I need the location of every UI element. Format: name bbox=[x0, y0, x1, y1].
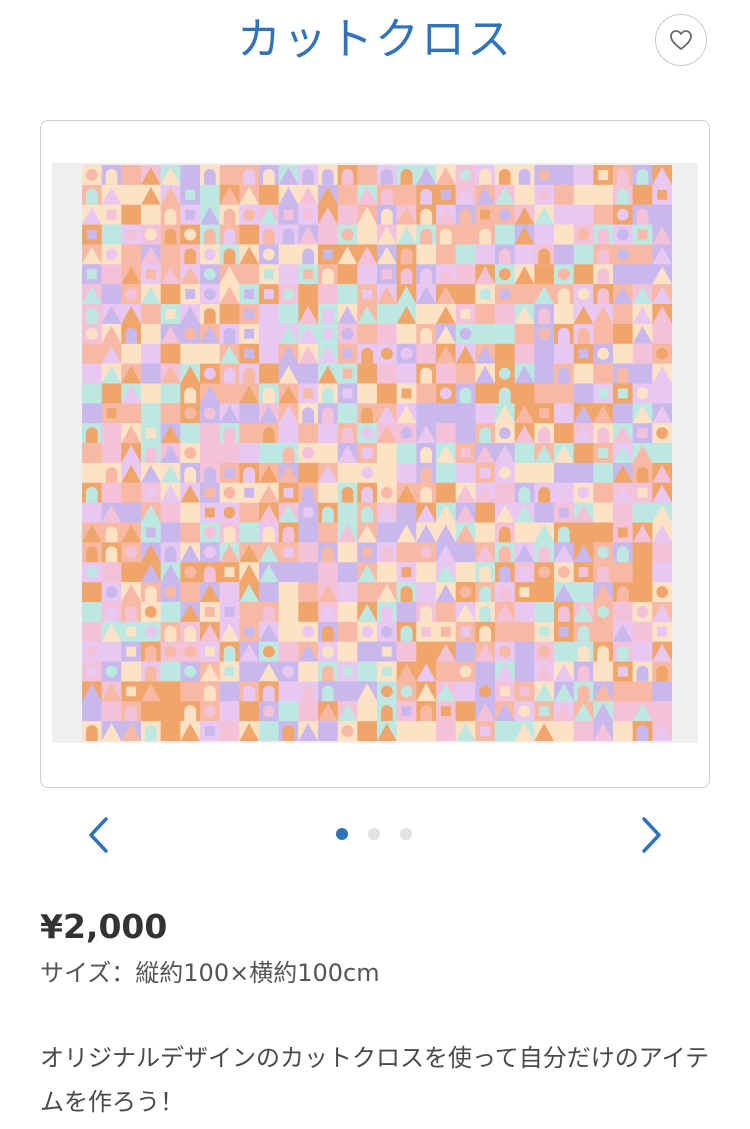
next-image-button[interactable] bbox=[632, 812, 672, 858]
pagination-dot-2[interactable] bbox=[368, 828, 380, 840]
product-price: ¥2,000 bbox=[40, 907, 168, 946]
pagination-dot-3[interactable] bbox=[400, 828, 412, 840]
previous-image-button[interactable] bbox=[78, 812, 118, 858]
fabric-pattern bbox=[82, 165, 672, 741]
heart-outline-icon bbox=[670, 30, 692, 50]
chevron-right-icon bbox=[642, 817, 661, 853]
product-image bbox=[52, 163, 698, 743]
image-pagination bbox=[336, 828, 412, 840]
chevron-left-icon bbox=[89, 817, 108, 853]
pagination-dot-1[interactable] bbox=[336, 828, 348, 840]
product-image-card[interactable] bbox=[40, 120, 710, 788]
favorite-button[interactable] bbox=[655, 14, 707, 66]
page-title: カットクロス bbox=[237, 14, 513, 65]
product-size: サイズ：縦約100×横約100cm bbox=[40, 959, 380, 987]
product-description: オリジナルデザインのカットクロスを使って自分だけのアイテムを作ろう！ bbox=[40, 1044, 710, 1116]
